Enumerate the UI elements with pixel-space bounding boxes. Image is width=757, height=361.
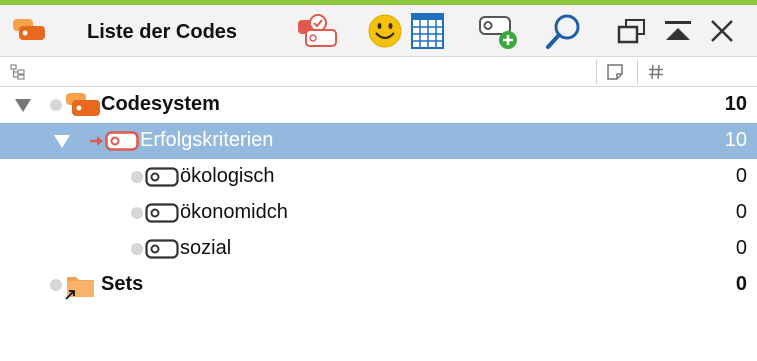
- hash-column-icon[interactable]: [647, 63, 665, 81]
- activate-codes-icon[interactable]: [296, 11, 340, 51]
- code-system-icon[interactable]: [11, 17, 47, 45]
- status-dot: [50, 279, 62, 291]
- column-separator[interactable]: [596, 60, 597, 84]
- tree-row-erfolgskriterien[interactable]: Erfolgskriterien 10: [0, 123, 757, 159]
- code-tag-icon: [145, 203, 179, 223]
- maximize-icon[interactable]: [663, 18, 693, 46]
- code-count: 0: [735, 165, 747, 187]
- window-title: Liste der Codes: [87, 21, 238, 43]
- tree-row-child[interactable]: ökologisch 0: [0, 159, 757, 195]
- code-count: 10: [724, 93, 747, 115]
- status-dot: [131, 207, 143, 219]
- expand-triangle-icon[interactable]: [15, 99, 31, 112]
- title-bar: Liste der Codes: [0, 5, 757, 57]
- code-system-icon: [66, 93, 100, 116]
- code-matrix-icon[interactable]: [409, 12, 447, 50]
- memo-column-icon[interactable]: [606, 63, 624, 81]
- tree-label: Erfolgskriterien: [140, 129, 274, 151]
- close-icon[interactable]: [707, 16, 737, 46]
- tree-label: ökologisch: [180, 165, 275, 187]
- code-tag-icon: [145, 167, 179, 187]
- tree-row-child[interactable]: ökonomidch 0: [0, 195, 757, 231]
- expand-triangle-icon[interactable]: [54, 135, 70, 148]
- code-count: 0: [735, 201, 747, 223]
- code-count: 10: [724, 129, 747, 151]
- tree-label: Sets: [101, 273, 144, 295]
- undock-icon[interactable]: [616, 18, 648, 46]
- code-tag-icon: [145, 239, 179, 259]
- tree-label: Codesystem: [101, 93, 220, 115]
- arrow-right-icon: [90, 136, 103, 146]
- sets-folder-icon: [65, 277, 94, 300]
- tree-label: sozial: [180, 237, 232, 259]
- tree-row-codesystem[interactable]: Codesystem 10: [0, 87, 757, 123]
- emoticode-icon[interactable]: [367, 12, 405, 50]
- tree-structure-icon[interactable]: [10, 64, 26, 80]
- tree-label: ökonomidch: [180, 201, 288, 223]
- code-count: 0: [735, 273, 747, 295]
- search-icon[interactable]: [544, 12, 584, 52]
- code-count: 0: [735, 237, 747, 259]
- column-header: [0, 58, 757, 87]
- tree-row-child[interactable]: sozial 0: [0, 231, 757, 267]
- status-dot: [50, 99, 62, 111]
- status-dot: [131, 243, 143, 255]
- tree-row-sets[interactable]: Sets 0: [0, 267, 757, 303]
- status-dot: [131, 171, 143, 183]
- column-separator[interactable]: [637, 60, 638, 84]
- code-tag-icon: [105, 131, 139, 151]
- new-code-icon[interactable]: [477, 11, 523, 51]
